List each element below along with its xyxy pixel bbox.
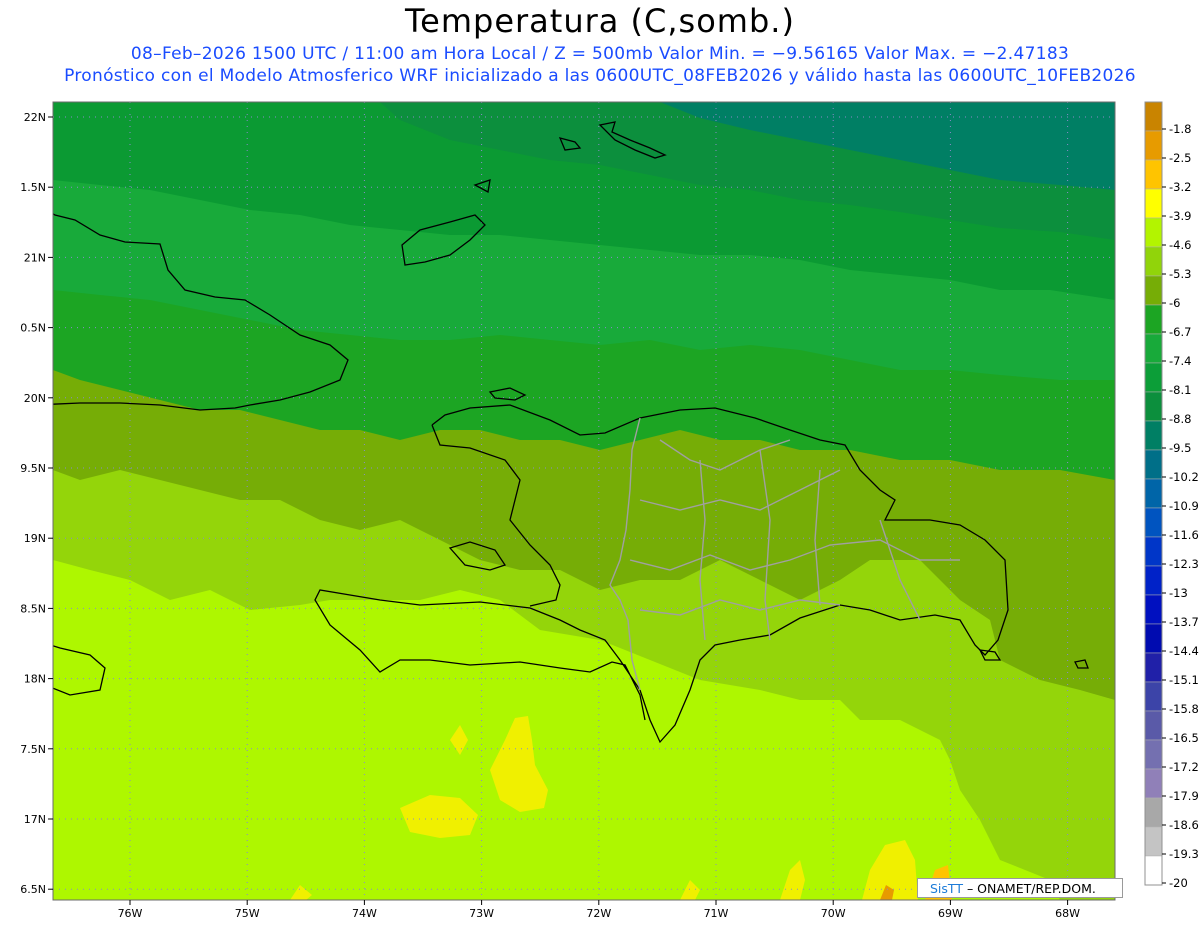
colorbar-swatch bbox=[1144, 536, 1163, 567]
colorbar-label: -15.1 bbox=[1169, 673, 1199, 687]
colorbar-swatch bbox=[1144, 855, 1163, 886]
colorbar-label: -8.1 bbox=[1169, 383, 1191, 397]
lon-tick-label: 75W bbox=[235, 907, 260, 920]
colorbar-swatch bbox=[1144, 333, 1163, 364]
lat-tick-label: 0.5N bbox=[20, 322, 46, 335]
map-figure: 22N 1.5N 21N 0.5N 20N 9.5N 19N 8.5N 18N 7.5N 17N 6.… bbox=[20, 101, 1199, 920]
colorbar-swatch bbox=[1144, 768, 1163, 799]
colorbar-swatch bbox=[1144, 797, 1163, 828]
colorbar-swatch bbox=[1144, 565, 1163, 596]
credit-text: – ONAMET/REP.DOM. bbox=[962, 881, 1096, 896]
colorbar-label: -17.2 bbox=[1169, 760, 1199, 774]
lat-tick-label: 18N bbox=[24, 673, 46, 686]
colorbar-label: -1.8 bbox=[1169, 122, 1191, 136]
colorbar-label: -13.7 bbox=[1169, 615, 1199, 629]
colorbar-swatch bbox=[1144, 623, 1163, 654]
colorbar-swatch bbox=[1144, 275, 1163, 306]
colorbar-swatch bbox=[1144, 159, 1163, 190]
lat-tick-label: 19N bbox=[24, 532, 46, 545]
colorbar-label: -19.3 bbox=[1169, 847, 1199, 861]
colorbar-swatch bbox=[1144, 739, 1163, 770]
temperature-shading bbox=[53, 102, 1115, 900]
lon-tick-label: 68W bbox=[1055, 907, 1080, 920]
colorbar-swatch bbox=[1144, 101, 1163, 132]
sistt-logo-text: SisTT bbox=[930, 881, 963, 896]
colorbar-label: -4.6 bbox=[1169, 238, 1191, 252]
lat-tick-label: 1.5N bbox=[20, 181, 46, 194]
colorbar-label: -17.9 bbox=[1169, 789, 1199, 803]
colorbar-label: -10.2 bbox=[1169, 470, 1199, 484]
lon-tick-label: 72W bbox=[586, 907, 611, 920]
lat-tick-label: 17N bbox=[24, 813, 46, 826]
colorbar-label: -6.7 bbox=[1169, 325, 1191, 339]
credit-box: SisTT – ONAMET/REP.DOM. bbox=[917, 878, 1123, 898]
lat-tick-label: 8.5N bbox=[20, 602, 46, 615]
lon-tick-label: 74W bbox=[352, 907, 377, 920]
colorbar-swatch bbox=[1144, 652, 1163, 683]
colorbar-swatch bbox=[1144, 188, 1163, 219]
latitude-axis: 22N 1.5N 21N 0.5N 20N 9.5N 19N 8.5N 18N 7.5N 17N 6.… bbox=[20, 111, 53, 896]
colorbar-swatch bbox=[1144, 420, 1163, 451]
colorbar-label: -8.8 bbox=[1169, 412, 1191, 426]
colorbar-label: -18.6 bbox=[1169, 818, 1199, 832]
colorbar-swatch bbox=[1144, 362, 1163, 393]
lon-tick-label: 71W bbox=[704, 907, 729, 920]
colorbar-swatch bbox=[1144, 391, 1163, 422]
lon-tick-label: 73W bbox=[469, 907, 494, 920]
colorbar-label: -9.5 bbox=[1169, 441, 1191, 455]
colorbar-label: -13 bbox=[1169, 586, 1188, 600]
colorbar: -1.8 -2.5 -3.2 -3.9 -4.6 -5.3 -6 -6.7 -7.4 -8.1 -8… bbox=[1144, 101, 1199, 890]
lat-tick-label: 9.5N bbox=[20, 462, 46, 475]
colorbar-label: -3.2 bbox=[1169, 180, 1191, 194]
colorbar-label: -12.3 bbox=[1169, 557, 1199, 571]
colorbar-swatch bbox=[1144, 449, 1163, 480]
colorbar-swatch bbox=[1144, 594, 1163, 625]
colorbar-label: -3.9 bbox=[1169, 209, 1191, 223]
colorbar-swatch bbox=[1144, 507, 1163, 538]
colorbar-label: -7.4 bbox=[1169, 354, 1191, 368]
colorbar-label: -10.9 bbox=[1169, 499, 1199, 513]
colorbar-swatch bbox=[1144, 217, 1163, 248]
colorbar-label: -5.3 bbox=[1169, 267, 1191, 281]
colorbar-label: -6 bbox=[1169, 296, 1180, 310]
colorbar-swatch bbox=[1144, 826, 1163, 857]
lat-tick-label: 7.5N bbox=[20, 743, 46, 756]
lat-tick-label: 20N bbox=[24, 392, 46, 405]
lat-tick-label: 22N bbox=[24, 111, 46, 124]
colorbar-swatch bbox=[1144, 681, 1163, 712]
lon-tick-label: 69W bbox=[938, 907, 963, 920]
colorbar-label: -16.5 bbox=[1169, 731, 1199, 745]
colorbar-swatch bbox=[1144, 304, 1163, 335]
colorbar-swatch bbox=[1144, 710, 1163, 741]
lat-tick-label: 21N bbox=[24, 251, 46, 264]
longitude-axis: 76W 75W 74W 73W 72W 71W 70W 69W 68W bbox=[118, 900, 1080, 920]
lon-tick-label: 70W bbox=[821, 907, 846, 920]
colorbar-label: -2.5 bbox=[1169, 151, 1191, 165]
colorbar-label: -20 bbox=[1169, 876, 1188, 890]
colorbar-label: -15.8 bbox=[1169, 702, 1199, 716]
lat-tick-label: 6.5N bbox=[20, 883, 46, 896]
colorbar-swatch bbox=[1144, 130, 1163, 161]
lon-tick-label: 76W bbox=[118, 907, 143, 920]
colorbar-label: -11.6 bbox=[1169, 528, 1199, 542]
colorbar-swatch bbox=[1144, 478, 1163, 509]
colorbar-swatch bbox=[1144, 246, 1163, 277]
colorbar-label: -14.4 bbox=[1169, 644, 1199, 658]
